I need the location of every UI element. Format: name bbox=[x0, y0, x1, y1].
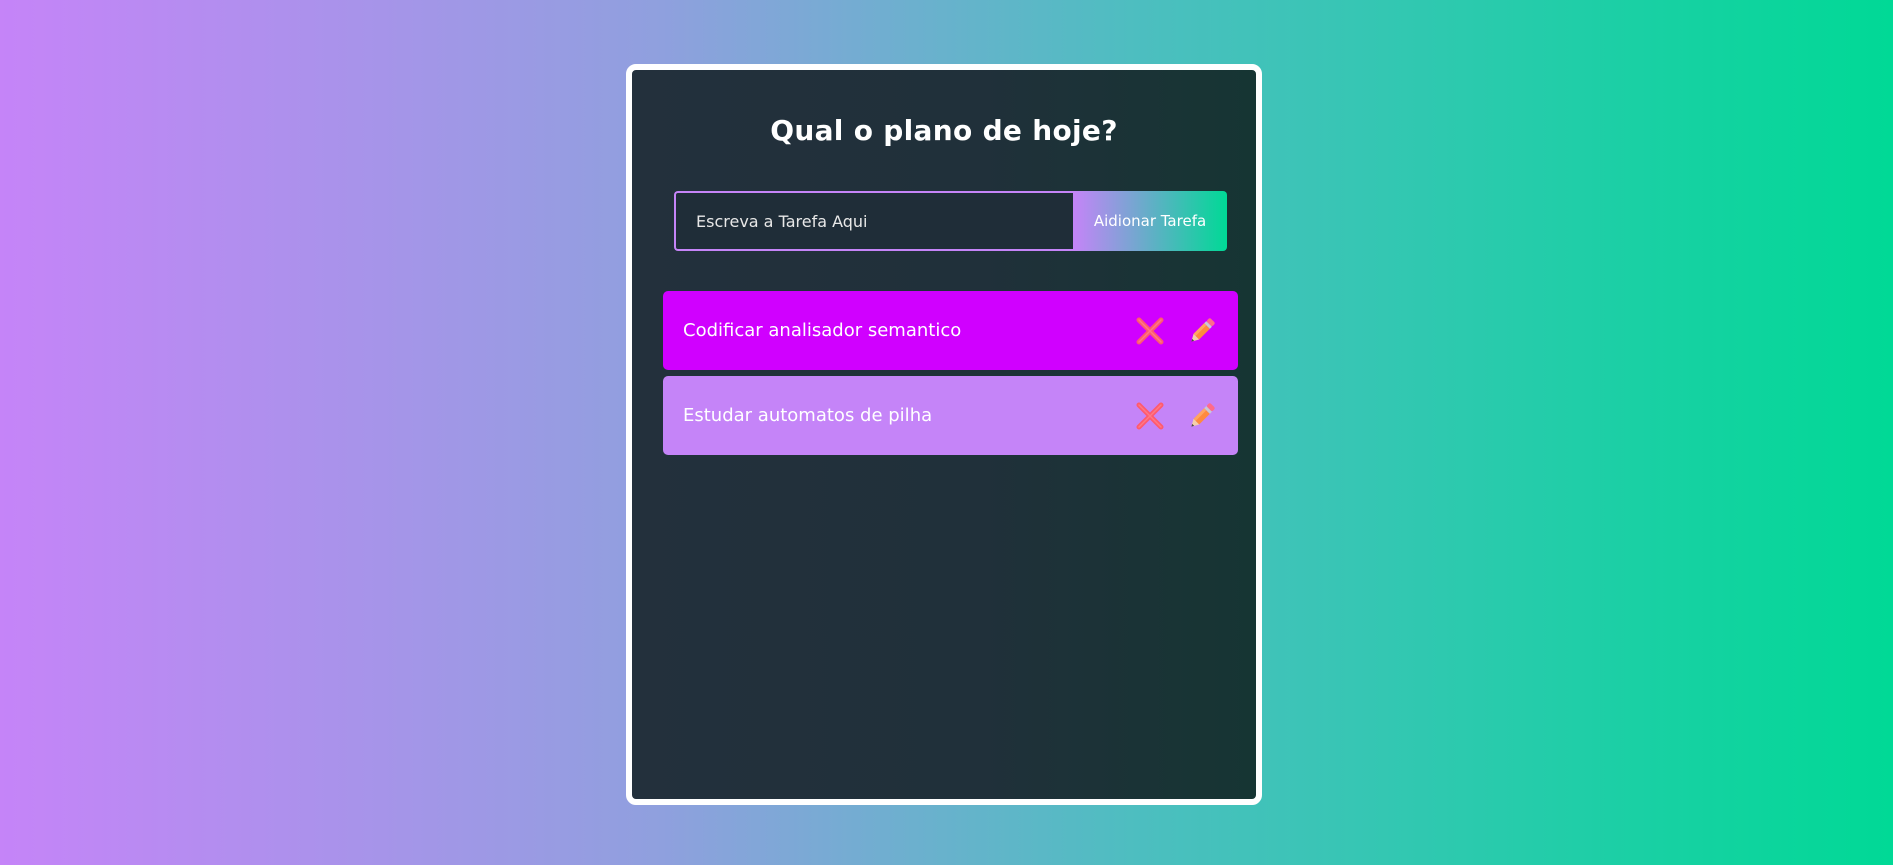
todo-list: Codificar analisador semantico Estudar a… bbox=[663, 291, 1238, 461]
pencil-icon[interactable] bbox=[1186, 315, 1218, 347]
todo-form: Aidionar Tarefa bbox=[674, 191, 1227, 251]
pencil-icon[interactable] bbox=[1186, 400, 1218, 432]
list-item: Estudar automatos de pilha bbox=[663, 376, 1238, 455]
close-icon[interactable] bbox=[1134, 315, 1166, 347]
todo-app-card: Qual o plano de hoje? Aidionar Tarefa Co… bbox=[626, 64, 1262, 805]
task-input[interactable] bbox=[674, 191, 1073, 251]
todo-actions bbox=[1134, 315, 1218, 347]
todo-text: Codificar analisador semantico bbox=[683, 320, 962, 341]
todo-text: Estudar automatos de pilha bbox=[683, 405, 933, 426]
close-icon[interactable] bbox=[1134, 400, 1166, 432]
page-title: Qual o plano de hoje? bbox=[770, 114, 1118, 147]
todo-actions bbox=[1134, 400, 1218, 432]
add-task-button[interactable]: Aidionar Tarefa bbox=[1073, 191, 1227, 251]
list-item: Codificar analisador semantico bbox=[663, 291, 1238, 370]
